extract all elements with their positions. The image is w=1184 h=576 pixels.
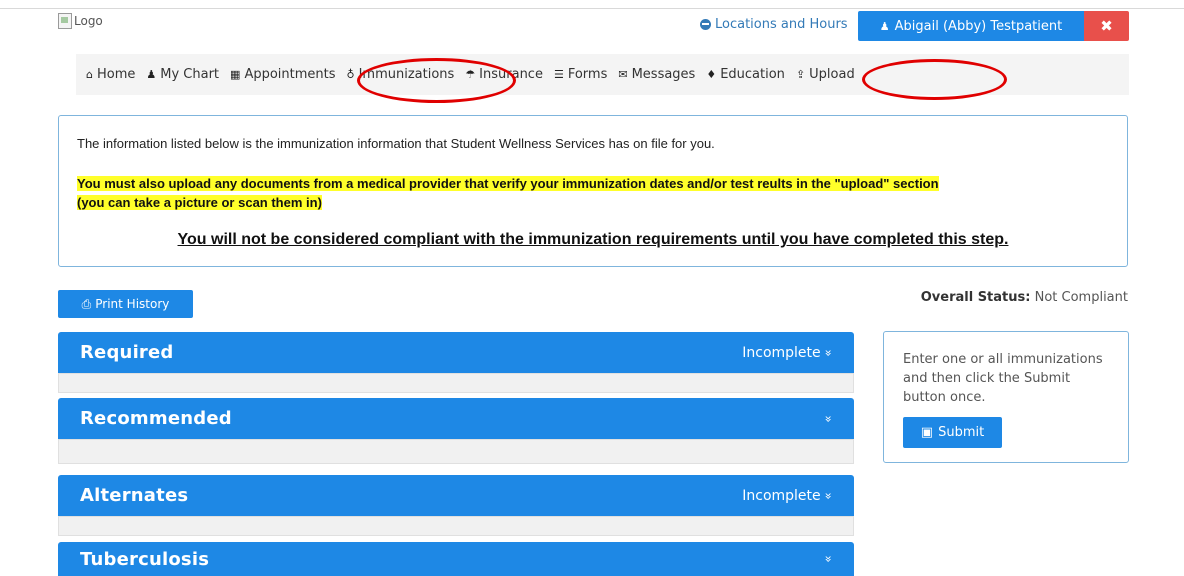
- section-recommended-body: [58, 439, 854, 464]
- section-title: Required: [80, 342, 174, 363]
- section-required-body: [58, 373, 854, 393]
- section-recommended-header[interactable]: Recommended »: [58, 398, 854, 439]
- logout-button[interactable]: ✖: [1084, 11, 1129, 41]
- upload-icon: ⇪: [795, 68, 806, 81]
- logo-alt-text: Logo: [74, 14, 103, 28]
- submit-instructions: Enter one or all immunizations and then …: [903, 352, 1103, 405]
- submit-panel: Enter one or all immunizations and then …: [883, 331, 1129, 463]
- notice-highlight-line1: You must also upload any documents from …: [77, 176, 939, 191]
- section-status: Incomplete»: [742, 344, 836, 361]
- overall-status: Overall Status: Not Compliant: [921, 290, 1128, 305]
- nav-upload-label: Upload: [809, 67, 855, 82]
- nav-upload[interactable]: ⇪ Upload: [796, 67, 855, 82]
- notice-highlight-line2: (you can take a picture or scan them in): [77, 195, 322, 210]
- nav-insurance-label: Insurance: [479, 67, 543, 82]
- print-history-label: Print History: [95, 297, 170, 311]
- notice-upload-instruction: You must also upload any documents from …: [77, 174, 939, 212]
- user-icon: ♟: [879, 19, 890, 33]
- globe-icon: [700, 19, 711, 30]
- top-divider: [0, 8, 1184, 9]
- user-icon: ♟: [146, 68, 157, 81]
- nav-appointments-label: Appointments: [244, 67, 336, 82]
- print-history-button[interactable]: ⎙ Print History: [58, 290, 193, 318]
- print-icon: ⎙: [81, 296, 92, 311]
- calendar-icon: ▦: [230, 68, 241, 81]
- section-title: Recommended: [80, 408, 232, 429]
- stethoscope-icon: ♁: [346, 68, 355, 81]
- nav-my-chart[interactable]: ♟ My Chart: [146, 67, 219, 82]
- section-status: Incomplete»: [742, 487, 836, 504]
- nav-immunizations[interactable]: ♁ Immunizations: [347, 67, 455, 82]
- overall-status-label: Overall Status:: [920, 290, 1031, 305]
- chevron-double-down-icon: »: [821, 555, 836, 563]
- nav-education[interactable]: ♦ Education: [706, 67, 785, 82]
- submit-label: Submit: [938, 425, 985, 440]
- nav-immunizations-label: Immunizations: [358, 67, 455, 82]
- user-account-button[interactable]: ♟ Abigail (Abby) Testpatient: [858, 11, 1084, 41]
- main-nav: ⌂ Home ♟ My Chart ▦ Appointments ♁ Immunizat…: [76, 54, 1129, 95]
- home-icon: ⌂: [86, 68, 93, 81]
- nav-forms[interactable]: ☰ Forms: [554, 67, 607, 82]
- broken-image-icon: [58, 13, 72, 29]
- user-name: Abigail (Abby) Testpatient: [894, 18, 1063, 34]
- nav-appointments[interactable]: ▦ Appointments: [230, 67, 335, 82]
- overall-status-value: Not Compliant: [1034, 290, 1128, 305]
- nav-my-chart-label: My Chart: [160, 67, 220, 82]
- section-tuberculosis-header[interactable]: Tuberculosis »: [58, 542, 854, 576]
- notice-intro: The information listed below is the immu…: [77, 136, 715, 151]
- nav-forms-label: Forms: [567, 67, 608, 82]
- section-alternates-body: [58, 516, 854, 536]
- section-status: »: [821, 412, 836, 426]
- close-icon: ✖: [1100, 17, 1113, 35]
- nav-home-label: Home: [96, 67, 136, 82]
- chevron-double-down-icon: »: [821, 348, 836, 357]
- chevron-double-down-icon: »: [821, 491, 836, 500]
- nav-messages-label: Messages: [631, 67, 696, 82]
- section-status: »: [821, 552, 836, 566]
- section-status-text: Incomplete: [742, 487, 821, 504]
- locations-hours-link[interactable]: Locations and Hours: [700, 17, 848, 32]
- bell-icon: ♦: [706, 68, 717, 81]
- section-alternates-header[interactable]: Alternates Incomplete»: [58, 475, 854, 516]
- nav-home[interactable]: ⌂ Home: [86, 67, 135, 82]
- envelope-icon: ✉: [618, 68, 628, 81]
- notice-compliance-warning: You will not be considered compliant wit…: [177, 231, 1009, 248]
- section-required-header[interactable]: Required Incomplete»: [58, 332, 854, 373]
- nav-messages[interactable]: ✉ Messages: [618, 67, 695, 82]
- chevron-double-down-icon: »: [821, 414, 836, 423]
- section-title: Alternates: [80, 485, 189, 506]
- immunization-notice: The information listed below is the immu…: [58, 115, 1128, 267]
- logo[interactable]: Logo: [58, 13, 103, 29]
- nav-insurance[interactable]: ☂ Insurance: [465, 67, 543, 82]
- nav-education-label: Education: [720, 67, 785, 82]
- locations-hours-label: Locations and Hours: [715, 17, 848, 32]
- list-icon: ☰: [553, 68, 564, 81]
- section-status-text: Incomplete: [742, 344, 821, 361]
- section-title: Tuberculosis: [80, 548, 210, 570]
- umbrella-icon: ☂: [465, 68, 476, 81]
- submit-button[interactable]: ▣ Submit: [903, 417, 1002, 448]
- floppy-disk-icon: ▣: [920, 425, 934, 440]
